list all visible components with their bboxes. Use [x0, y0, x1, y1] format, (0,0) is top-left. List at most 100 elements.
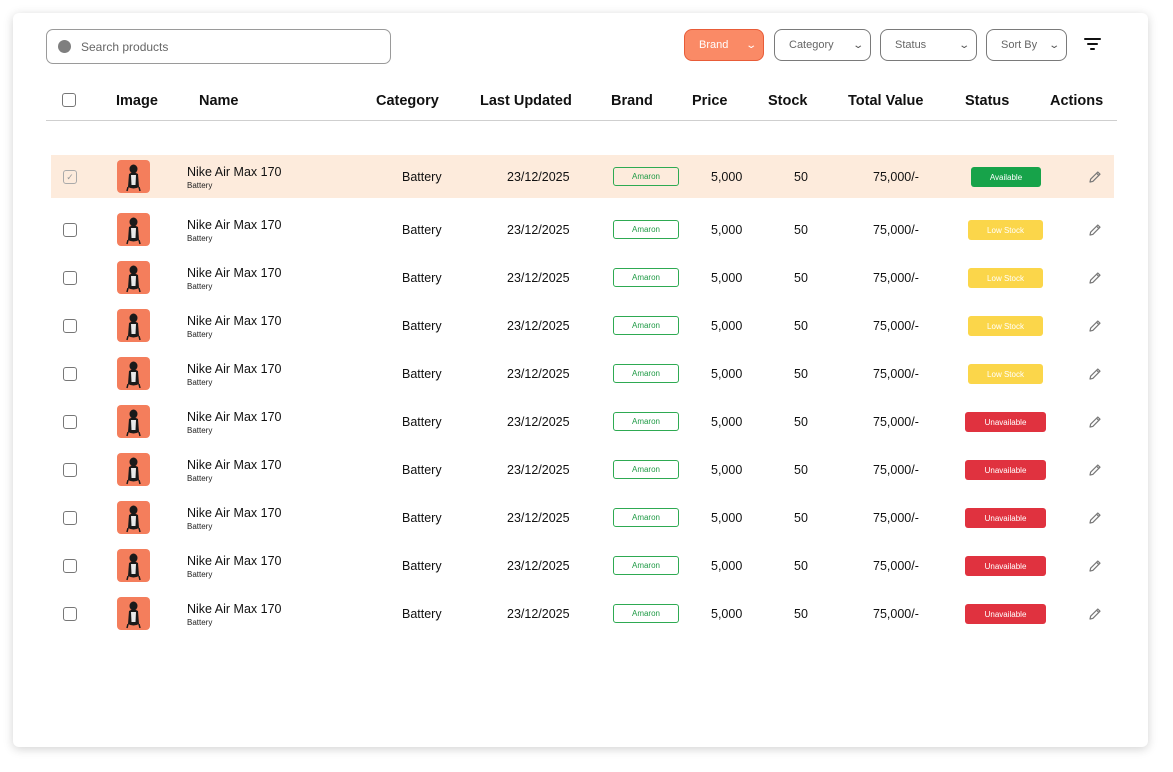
table-row[interactable]: Nike Air Max 170 Battery Battery 23/12/2025…	[51, 400, 1114, 443]
row-checkbox[interactable]	[63, 367, 77, 381]
header-status: Status	[965, 93, 1010, 109]
pencil-icon[interactable]	[1087, 318, 1103, 334]
header-brand: Brand	[611, 93, 653, 109]
product-thumbnail	[117, 261, 150, 294]
product-category: Battery	[402, 367, 442, 381]
search-box[interactable]	[46, 29, 391, 64]
product-price: 5,000	[711, 271, 743, 285]
product-subtitle: Battery	[187, 282, 213, 291]
select-all-checkbox[interactable]	[62, 93, 76, 107]
product-stock: 50	[794, 367, 808, 381]
status-badge: Unavailable	[965, 604, 1046, 624]
table-row[interactable]: Nike Air Max 170 Battery Battery 23/12/2025…	[51, 448, 1114, 491]
product-thumbnail	[117, 549, 150, 582]
table-row[interactable]: Nike Air Max 170 Battery Battery 23/12/2025…	[51, 544, 1114, 587]
brand-filter-dropdown[interactable]: Brand ⌄	[684, 29, 764, 61]
product-category: Battery	[402, 170, 442, 184]
table-row[interactable]: Nike Air Max 170 Battery Battery 23/12/2025…	[51, 304, 1114, 347]
header-stock: Stock	[768, 93, 808, 109]
status-badge: Low Stock	[968, 316, 1043, 336]
product-subtitle: Battery	[187, 570, 213, 579]
table-row[interactable]: ✓ Nike Air Max 170 Battery Battery 23/12/202…	[51, 155, 1114, 198]
product-total-value: 75,000/-	[873, 415, 919, 429]
brand-filter-label: Brand	[699, 39, 729, 51]
product-table-card: Brand ⌄ Category ⌄ Status ⌄ Sort By ⌄ Im…	[13, 13, 1148, 747]
product-category: Battery	[402, 463, 442, 477]
product-subtitle: Battery	[187, 426, 213, 435]
pencil-icon[interactable]	[1087, 510, 1103, 526]
row-checkbox[interactable]	[63, 511, 77, 525]
product-category: Battery	[402, 271, 442, 285]
product-stock: 50	[794, 223, 808, 237]
category-filter-dropdown[interactable]: Category ⌄	[774, 29, 871, 61]
product-name[interactable]: Nike Air Max 170	[187, 218, 281, 232]
product-price: 5,000	[711, 170, 743, 184]
product-thumbnail	[117, 213, 150, 246]
product-stock: 50	[794, 463, 808, 477]
chevron-down-icon: ⌄	[1047, 39, 1060, 51]
product-last-updated: 23/12/2025	[507, 223, 570, 237]
product-stock: 50	[794, 607, 808, 621]
row-checkbox[interactable]: ✓	[63, 170, 77, 184]
pencil-icon[interactable]	[1087, 222, 1103, 238]
product-category: Battery	[402, 607, 442, 621]
pencil-icon[interactable]	[1087, 606, 1103, 622]
table-row[interactable]: Nike Air Max 170 Battery Battery 23/12/2025…	[51, 496, 1114, 539]
header-last-updated: Last Updated	[480, 93, 572, 109]
product-name[interactable]: Nike Air Max 170	[187, 362, 281, 376]
row-checkbox[interactable]	[63, 559, 77, 573]
chevron-down-icon: ⌄	[957, 39, 970, 51]
search-input[interactable]	[81, 39, 371, 54]
pencil-icon[interactable]	[1087, 462, 1103, 478]
row-checkbox[interactable]	[63, 271, 77, 285]
status-filter-dropdown[interactable]: Status ⌄	[880, 29, 977, 61]
product-last-updated: 23/12/2025	[507, 319, 570, 333]
row-checkbox[interactable]	[63, 223, 77, 237]
product-category: Battery	[402, 511, 442, 525]
product-category: Battery	[402, 559, 442, 573]
brand-badge: Amaron	[613, 316, 679, 335]
pencil-icon[interactable]	[1087, 169, 1103, 185]
product-subtitle: Battery	[187, 234, 213, 243]
table-row[interactable]: Nike Air Max 170 Battery Battery 23/12/2025…	[51, 208, 1114, 251]
row-checkbox[interactable]	[63, 463, 77, 477]
product-name[interactable]: Nike Air Max 170	[187, 410, 281, 424]
row-checkbox[interactable]	[63, 415, 77, 429]
product-name[interactable]: Nike Air Max 170	[187, 165, 281, 179]
product-thumbnail	[117, 160, 150, 193]
sort-by-label: Sort By	[1001, 39, 1038, 51]
table-row[interactable]: Nike Air Max 170 Battery Battery 23/12/2025…	[51, 352, 1114, 395]
row-checkbox[interactable]	[63, 607, 77, 621]
status-badge: Available	[971, 167, 1041, 187]
product-name[interactable]: Nike Air Max 170	[187, 314, 281, 328]
product-price: 5,000	[711, 463, 743, 477]
product-name[interactable]: Nike Air Max 170	[187, 602, 281, 616]
product-name[interactable]: Nike Air Max 170	[187, 506, 281, 520]
pencil-icon[interactable]	[1087, 366, 1103, 382]
product-name[interactable]: Nike Air Max 170	[187, 554, 281, 568]
product-name[interactable]: Nike Air Max 170	[187, 458, 281, 472]
table-row[interactable]: Nike Air Max 170 Battery Battery 23/12/2025…	[51, 592, 1114, 635]
product-price: 5,000	[711, 559, 743, 573]
sort-by-dropdown[interactable]: Sort By ⌄	[986, 29, 1067, 61]
product-name[interactable]: Nike Air Max 170	[187, 266, 281, 280]
row-checkbox[interactable]	[63, 319, 77, 333]
product-thumbnail	[117, 501, 150, 534]
brand-badge: Amaron	[613, 268, 679, 287]
filter-icon[interactable]	[1084, 37, 1102, 53]
product-total-value: 75,000/-	[873, 170, 919, 184]
product-total-value: 75,000/-	[873, 319, 919, 333]
pencil-icon[interactable]	[1087, 270, 1103, 286]
product-last-updated: 23/12/2025	[507, 367, 570, 381]
product-last-updated: 23/12/2025	[507, 559, 570, 573]
product-last-updated: 23/12/2025	[507, 415, 570, 429]
chevron-down-icon: ⌄	[851, 39, 864, 51]
search-icon	[58, 40, 71, 53]
header-divider	[46, 120, 1117, 121]
table-row[interactable]: Nike Air Max 170 Battery Battery 23/12/2025…	[51, 256, 1114, 299]
product-subtitle: Battery	[187, 330, 213, 339]
pencil-icon[interactable]	[1087, 414, 1103, 430]
pencil-icon[interactable]	[1087, 558, 1103, 574]
product-subtitle: Battery	[187, 474, 213, 483]
product-thumbnail	[117, 597, 150, 630]
